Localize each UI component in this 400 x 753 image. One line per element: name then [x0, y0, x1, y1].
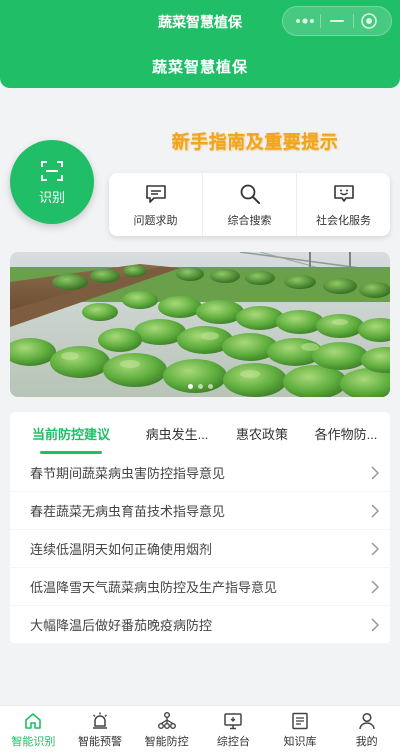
quick-actions: 问题求助 综合搜索 社会化服务: [109, 173, 390, 236]
nav-label: 知识库: [283, 735, 317, 748]
bottom-nav: 智能识别 智能预警 智能防控 综控台 知识库 我的: [0, 705, 400, 753]
list-item-title: 大幅降温后做好番茄晚疫病防控: [30, 618, 213, 633]
nav-knowledge-base[interactable]: 知识库: [267, 706, 334, 753]
header: 蔬菜智慧植保 蔬菜智慧植保: [0, 0, 400, 88]
network-icon: [157, 711, 176, 729]
nav-label: 智能识别: [11, 735, 56, 748]
chevron-right-icon: [371, 617, 380, 632]
identify-label: 识别: [38, 189, 65, 205]
monitor-icon: [224, 712, 243, 729]
guide-notice-link[interactable]: 新手指南及重要提示: [160, 128, 350, 154]
list-item[interactable]: 春茬蔬菜无病虫育苗技术指导意见: [10, 492, 390, 530]
list-item[interactable]: 连续低温阴天如何正确使用烟剂: [10, 530, 390, 568]
more-dots-icon[interactable]: [293, 12, 317, 30]
tab-farm-policy[interactable]: 惠农政策: [222, 412, 302, 454]
nav-control-console[interactable]: 综控台: [200, 706, 267, 753]
help-request-label: 问题求助: [133, 214, 178, 227]
carousel-dot[interactable]: [197, 384, 203, 389]
list-item-title: 春节期间蔬菜病虫害防控指导意见: [30, 466, 226, 481]
scan-icon: [41, 160, 63, 181]
list-item[interactable]: 春节期间蔬菜病虫害防控指导意见: [10, 454, 390, 492]
capsule-divider: [320, 14, 322, 28]
list-item[interactable]: 低温降雪天气蔬菜病虫防控及生产指导意见: [10, 568, 390, 606]
chevron-right-icon: [371, 465, 380, 480]
nav-smart-control[interactable]: 智能防控: [133, 706, 200, 753]
chevron-right-icon: [371, 503, 380, 518]
page-title: 蔬菜智慧植保: [151, 59, 248, 76]
chevron-right-icon: [371, 579, 380, 594]
news-tabs: 当前防控建议 病虫发生... 惠农政策 各作物防...: [10, 412, 390, 454]
news-card: 当前防控建议 病虫发生... 惠农政策 各作物防... 春节期间蔬菜病虫害防控指…: [10, 412, 390, 644]
nav-label: 综控台: [216, 735, 250, 748]
nav-smart-warning[interactable]: 智能预警: [67, 706, 134, 753]
capsule-divider: [352, 14, 354, 28]
general-search-button[interactable]: 综合搜索: [203, 173, 297, 236]
help-request-button[interactable]: 问题求助: [109, 173, 203, 236]
list-item-title: 春茬蔬菜无病虫育苗技术指导意见: [30, 504, 226, 519]
list-item-title: 连续低温阴天如何正确使用烟剂: [30, 542, 213, 557]
tab-control-advice[interactable]: 当前防控建议: [10, 412, 132, 454]
book-icon: [292, 712, 308, 729]
social-service-button[interactable]: 社会化服务: [297, 173, 390, 236]
smile-chat-icon: [333, 184, 354, 202]
user-icon: [358, 712, 375, 729]
nav-label: 智能预警: [78, 735, 122, 748]
identify-button[interactable]: 识别: [10, 140, 94, 224]
general-search-label: 综合搜索: [227, 214, 272, 227]
vegetable-field-image: [10, 252, 390, 397]
target-close-icon[interactable]: [357, 12, 381, 30]
carousel-dot[interactable]: [187, 384, 193, 389]
nav-profile[interactable]: 我的: [333, 706, 400, 753]
banner-carousel[interactable]: [10, 252, 390, 397]
chat-bubble-icon: [145, 184, 166, 203]
carousel-dots: [10, 384, 390, 389]
alarm-icon: [93, 712, 107, 729]
social-service-label: 社会化服务: [316, 214, 371, 227]
nav-smart-identify[interactable]: 智能识别: [0, 706, 67, 753]
chevron-right-icon: [371, 541, 380, 556]
nav-label: 我的: [355, 735, 378, 748]
capsule-menu[interactable]: [282, 6, 392, 36]
carousel-dot[interactable]: [207, 384, 213, 389]
home-icon: [25, 712, 42, 729]
list-item[interactable]: 大幅降温后做好番茄晚疫病防控: [10, 606, 390, 644]
tab-pest-occurrence[interactable]: 病虫发生...: [132, 412, 222, 454]
search-icon: [240, 184, 260, 204]
advice-list: 春节期间蔬菜病虫害防控指导意见 春茬蔬菜无病虫育苗技术指导意见 连续低温阴天如何…: [10, 454, 390, 644]
tab-crop-prevention[interactable]: 各作物防...: [302, 412, 390, 454]
nav-label: 智能防控: [144, 735, 189, 748]
minimize-icon[interactable]: [325, 12, 349, 30]
list-item-title: 低温降雪天气蔬菜病虫防控及生产指导意见: [30, 580, 278, 595]
